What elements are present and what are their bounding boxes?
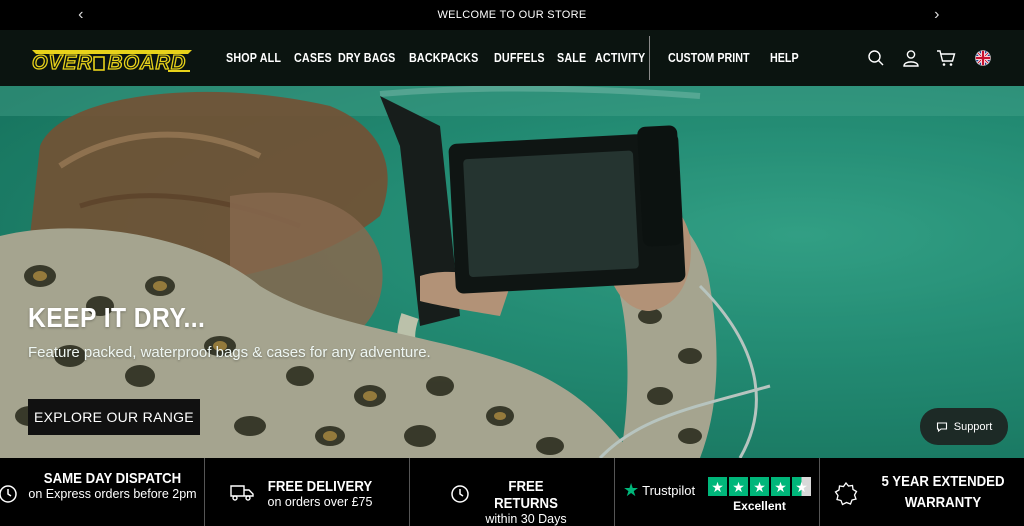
trustpilot-star: ★ (708, 477, 727, 496)
primary-nav: SHOP ALL CASES DRY BAGS BACKPACKS DUFFEL… (226, 30, 662, 86)
hero-subtitle: Feature packed, waterproof bags & cases … (28, 344, 431, 361)
svg-text:OVER: OVER (32, 52, 93, 74)
announcement-bar: ‹ WELCOME TO OUR STORE › (0, 0, 1024, 30)
support-label: Support (953, 420, 993, 433)
announcement-text: WELCOME TO OUR STORE (437, 9, 587, 21)
nav-shop-all[interactable]: SHOP ALL (226, 51, 281, 65)
trustpilot-star: ★ (771, 477, 790, 496)
nav-help[interactable]: HELP (770, 51, 799, 65)
badge-icon (834, 482, 858, 506)
trustpilot-brand: Trustpilot (642, 483, 696, 498)
nav-activity[interactable]: ACTIVITY (595, 51, 645, 65)
dispatch-sub: on Express orders before 2pm (28, 487, 197, 501)
explore-range-button[interactable]: EXPLORE OUR RANGE (28, 399, 200, 435)
nav-custom-print[interactable]: CUSTOM PRINT (668, 51, 750, 65)
nav-backpacks[interactable]: BACKPACKS (409, 51, 478, 65)
cart-icon[interactable] (935, 47, 957, 69)
support-button[interactable]: Support (920, 408, 1008, 445)
trustpilot-rating: Excellent (733, 499, 786, 513)
usp-trustpilot[interactable]: ★ Trustpilot ★ ★ ★ ★ ★ Excellent (615, 458, 820, 526)
delivery-title: FREE DELIVERY (267, 478, 373, 495)
uk-flag-icon[interactable] (972, 47, 994, 69)
chat-icon (936, 421, 947, 432)
hero-banner: KEEP IT DRY... Feature packed, waterproo… (0, 86, 1024, 458)
clock-icon (451, 485, 469, 503)
chevron-right-icon[interactable]: › (922, 0, 952, 30)
returns-sub: within 30 Days (485, 512, 567, 526)
overboard-logo[interactable]: OVER BOARD (28, 44, 196, 75)
dispatch-title: SAME DAY DISPATCH (43, 470, 182, 487)
search-icon[interactable] (865, 47, 887, 69)
returns-title: FREE RETURNS (494, 478, 558, 512)
main-navbar: OVER BOARD SHOP ALL CASES DRY BAGS BACKP… (0, 30, 1024, 86)
nav-sale[interactable]: SALE (557, 51, 586, 65)
nav-dry-bags[interactable]: DRY BAGS (338, 51, 396, 65)
warranty-title: 5 YEAR EXTENDED WARRANTY (881, 473, 1005, 511)
chevron-left-icon[interactable]: ‹ (66, 0, 96, 30)
usp-returns: FREE RETURNS within 30 Days (410, 458, 615, 526)
hero-title: KEEP IT DRY... (28, 302, 206, 333)
usp-bar: SAME DAY DISPATCH on Express orders befo… (0, 458, 1024, 526)
nav-duffels[interactable]: DUFFELS (494, 51, 545, 65)
usp-delivery: FREE DELIVERY on orders over £75 (205, 458, 410, 526)
trustpilot-half-star: ★ (792, 477, 811, 496)
trustpilot-stars: ★ ★ ★ ★ ★ (708, 477, 811, 496)
truck-icon (230, 485, 254, 501)
trustpilot-star-icon: ★ (623, 480, 640, 500)
usp-warranty: 5 YEAR EXTENDED WARRANTY (820, 458, 1024, 526)
usp-dispatch: SAME DAY DISPATCH on Express orders befo… (0, 458, 205, 526)
nav-cases[interactable]: CASES (294, 51, 332, 65)
clock-icon (0, 485, 17, 503)
secondary-nav: CUSTOM PRINT HELP (668, 30, 799, 86)
delivery-sub: on orders over £75 (267, 495, 373, 509)
nav-divider (649, 36, 650, 80)
account-icon[interactable] (900, 47, 922, 69)
trustpilot-star: ★ (750, 477, 769, 496)
trustpilot-star: ★ (729, 477, 748, 496)
